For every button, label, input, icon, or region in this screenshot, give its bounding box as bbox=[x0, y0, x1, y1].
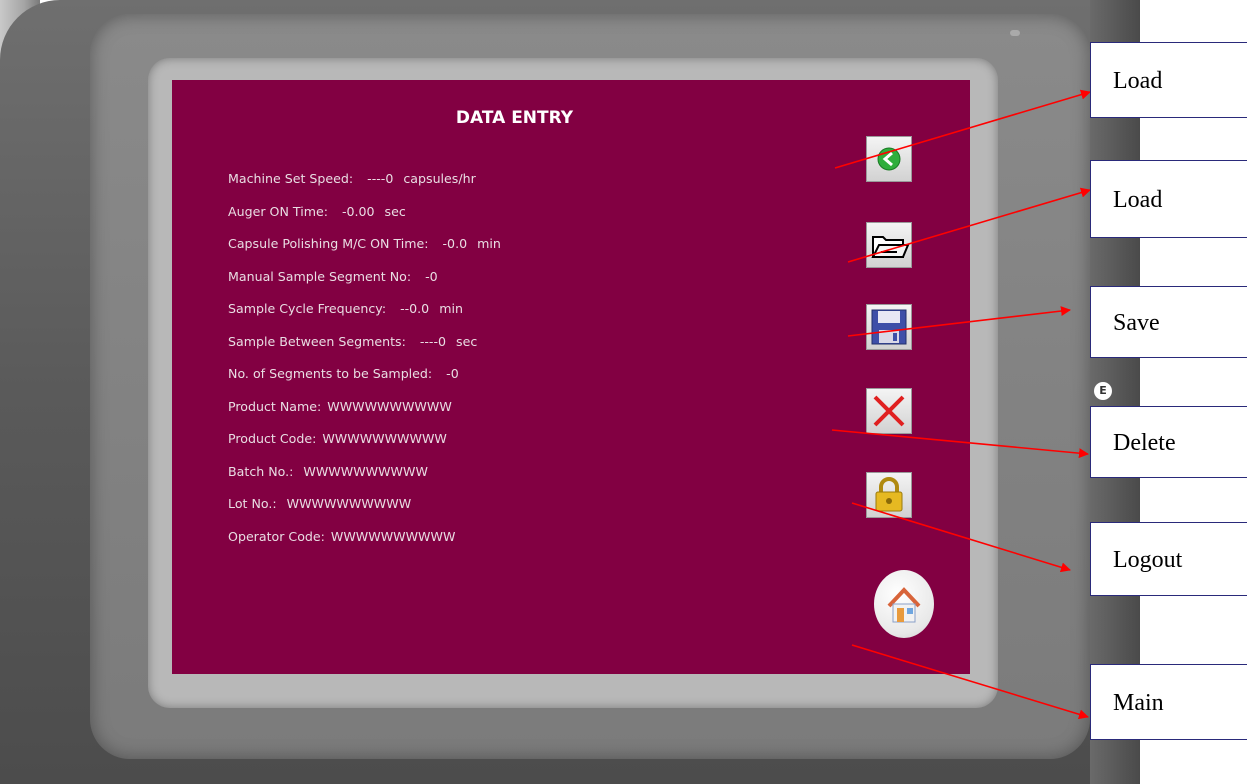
arrow-to-logout bbox=[851, 502, 1071, 573]
callout-load-1: Load bbox=[1090, 42, 1247, 118]
callout-load-2: Load bbox=[1090, 160, 1247, 238]
arrow-to-load-2 bbox=[847, 187, 1091, 263]
arrow-to-load-1 bbox=[834, 89, 1091, 169]
annotation-arrows bbox=[831, 89, 1091, 720]
arrow-to-save bbox=[847, 306, 1071, 337]
arrow-to-delete bbox=[831, 429, 1089, 459]
arrow-to-main bbox=[851, 644, 1089, 720]
callout-delete: Delete bbox=[1090, 406, 1247, 478]
callout-main: Main bbox=[1090, 664, 1247, 740]
callout-logout: Logout bbox=[1090, 522, 1247, 596]
callout-save: Save bbox=[1090, 286, 1247, 358]
